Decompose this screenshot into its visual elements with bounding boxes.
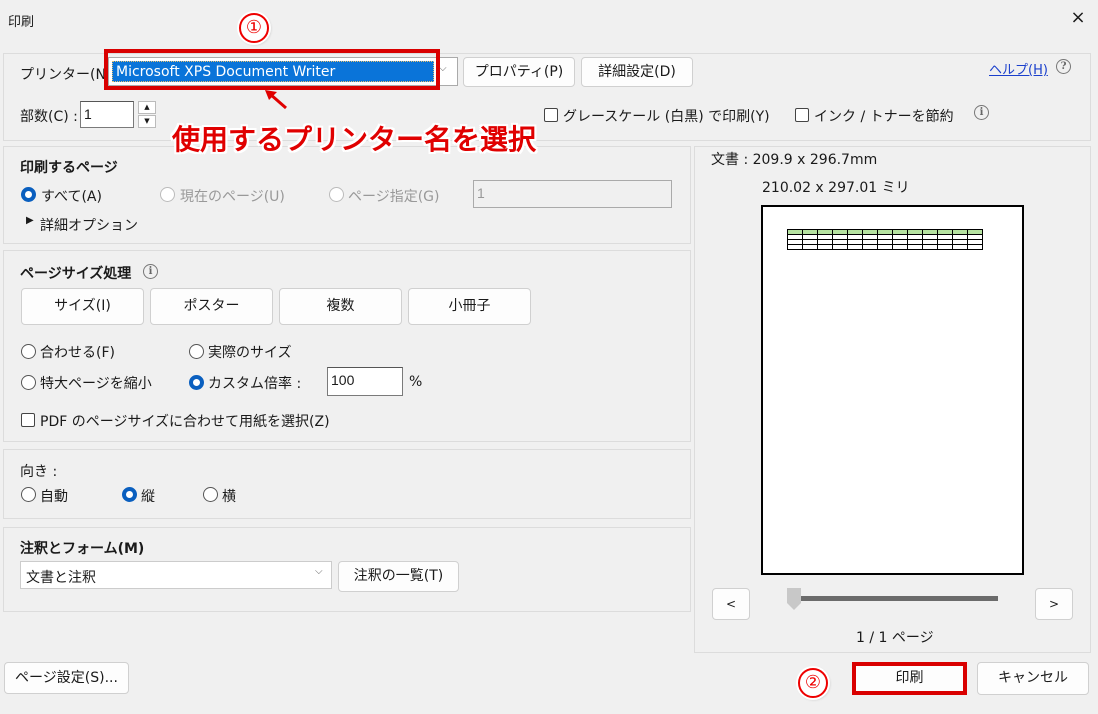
pdf-paper-label: PDF のページサイズに合わせて用紙を選択(Z)	[40, 414, 330, 430]
comments-select[interactable]: 文書と注釈 ⌵	[20, 561, 332, 589]
radio-all-pages[interactable]	[21, 187, 36, 202]
page-preview	[761, 205, 1024, 575]
poster-mode-button[interactable]: ポスター	[150, 288, 273, 325]
callout-select-printer: 使用するプリンター名を選択	[172, 123, 537, 156]
copies-label: 部数(C) :	[20, 109, 78, 125]
radio-page-range-label: ページ指定(G)	[348, 189, 440, 205]
expand-triangle-icon[interactable]: ▶	[26, 215, 34, 226]
radio-current-page-label: 現在のページ(U)	[180, 189, 285, 205]
comments-heading: 注釈とフォーム(M)	[20, 541, 145, 557]
properties-button[interactable]: プロパティ(P)	[463, 57, 575, 87]
help-icon[interactable]: ?	[1056, 59, 1071, 74]
grayscale-checkbox[interactable]	[544, 108, 558, 122]
save-ink-label: インク / トナーを節約	[814, 109, 954, 125]
radio-current-page[interactable]	[160, 187, 175, 202]
page-slider-handle[interactable]	[787, 588, 801, 610]
radio-actual-size[interactable]	[189, 344, 204, 359]
document-size: 文書 : 209.9 x 296.7mm	[711, 152, 878, 168]
orientation-heading: 向き :	[20, 464, 58, 480]
save-ink-checkbox[interactable]	[795, 108, 809, 122]
pdf-paper-checkbox[interactable]	[21, 413, 35, 427]
window-title: 印刷	[8, 15, 35, 30]
summarize-comments-button[interactable]: 注釈の一覧(T)	[338, 561, 459, 592]
pages-heading: 印刷するページ	[20, 160, 118, 176]
percent-sign: %	[409, 374, 423, 390]
booklet-mode-button[interactable]: 小冊子	[408, 288, 531, 325]
step-2-badge: ②	[798, 668, 828, 698]
info-icon[interactable]: i	[143, 264, 158, 279]
radio-auto-orientation[interactable]	[21, 487, 36, 502]
radio-custom-scale[interactable]	[189, 375, 204, 390]
paper-size: 210.02 x 297.01 ミリ	[762, 180, 910, 196]
radio-shrink-oversized-label: 特大ページを縮小	[40, 376, 152, 392]
radio-shrink-oversized[interactable]	[21, 375, 36, 390]
info-icon[interactable]: i	[974, 105, 989, 120]
radio-portrait[interactable]	[122, 487, 137, 502]
copies-input[interactable]: 1	[80, 101, 134, 128]
increment-icon[interactable]: ▲	[138, 101, 156, 114]
decrement-icon[interactable]: ▼	[138, 115, 156, 128]
radio-fit[interactable]	[21, 344, 36, 359]
comments-selected-value: 文書と注釈	[26, 570, 96, 586]
orientation-panel	[3, 449, 691, 519]
radio-landscape[interactable]	[203, 487, 218, 502]
page-sizing-heading: ページサイズ処理	[20, 266, 132, 282]
copies-stepper[interactable]: ▲ ▼	[138, 101, 156, 128]
radio-all-pages-label: すべて(A)	[41, 189, 102, 205]
page-setup-button[interactable]: ページ設定(S)...	[4, 662, 129, 694]
page-slider-track[interactable]	[800, 596, 998, 601]
radio-auto-orientation-label: 自動	[40, 489, 68, 505]
custom-scale-input[interactable]: 100	[327, 367, 403, 396]
arrow-icon	[262, 88, 290, 116]
radio-actual-size-label: 実際のサイズ	[208, 345, 292, 361]
multiple-mode-button[interactable]: 複数	[279, 288, 402, 325]
help-link[interactable]: ヘルプ(H)	[989, 59, 1048, 78]
radio-fit-label: 合わせる(F)	[40, 345, 115, 361]
page-indicator: 1 / 1 ページ	[856, 630, 934, 646]
size-mode-button[interactable]: サイズ(I)	[21, 288, 144, 325]
radio-portrait-label: 縦	[141, 489, 155, 505]
grayscale-label: グレースケール (白黒) で印刷(Y)	[563, 109, 770, 125]
page-range-input[interactable]: 1	[473, 180, 672, 208]
title-bar	[0, 0, 1098, 40]
chevron-down-icon: ⌵	[439, 63, 447, 74]
next-page-button[interactable]: >	[1035, 588, 1073, 620]
spreadsheet-thumbnail	[787, 229, 983, 250]
step-1-badge: ①	[239, 13, 269, 43]
radio-custom-scale-label: カスタム倍率 :	[208, 376, 302, 392]
prev-page-button[interactable]: <	[712, 588, 750, 620]
more-options-toggle[interactable]: 詳細オプション	[40, 215, 138, 235]
print-highlight-box	[852, 662, 967, 695]
radio-landscape-label: 横	[222, 489, 236, 505]
cancel-button[interactable]: キャンセル	[977, 662, 1089, 695]
chevron-down-icon: ⌵	[315, 566, 323, 577]
printer-highlight-box	[104, 49, 440, 90]
radio-page-range[interactable]	[329, 187, 344, 202]
advanced-button[interactable]: 詳細設定(D)	[581, 57, 693, 87]
close-icon[interactable]: ×	[1066, 6, 1090, 30]
